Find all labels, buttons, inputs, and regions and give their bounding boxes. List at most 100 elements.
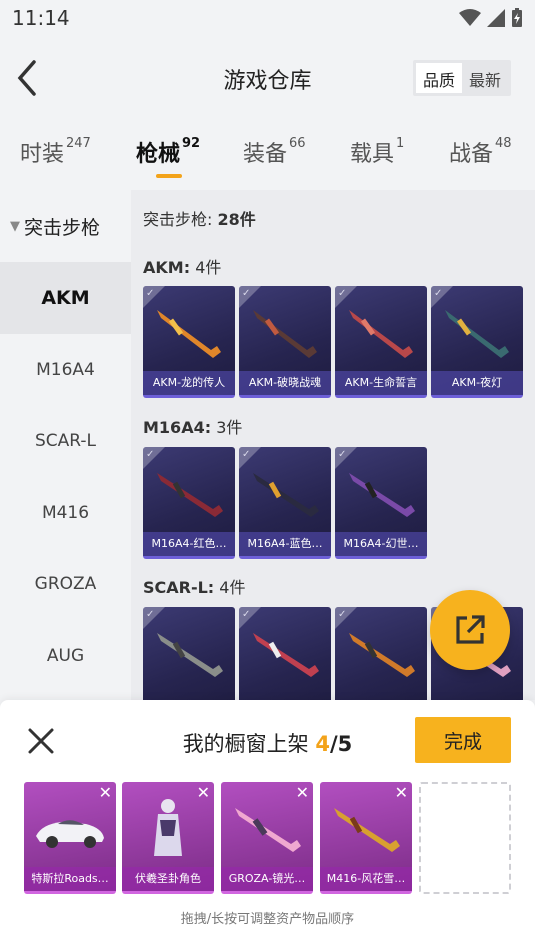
showcase-sheet: 我的橱窗上架 4/5 完成 ✕ 特斯拉Roads… ✕ 伏羲圣卦角色 ✕ GROZA-… [0, 700, 535, 951]
section-count: 3件 [216, 418, 243, 437]
slot-label: 伏羲圣卦角色 [122, 867, 214, 891]
sidebar-category-label: 突击步枪 [24, 216, 101, 239]
check-icon: ✓ [242, 609, 251, 620]
check-icon: ✓ [338, 288, 347, 299]
tab-label: 战备 [449, 142, 494, 167]
summary-count: 28件 [217, 210, 256, 229]
rifle-icon [235, 808, 301, 852]
sheet-hint: 拖拽/长按可调整资产物品顺序 [180, 912, 355, 927]
section-name: M16A4: [143, 418, 212, 437]
sheet-total-count: 5 [337, 732, 353, 756]
item-card[interactable]: ✓ M16A4-蓝色… [239, 447, 331, 559]
rifle-icon [253, 310, 317, 358]
item-card[interactable]: ✓ AKM-生命誓言 [335, 286, 427, 398]
item-card[interactable]: ✓ M16A4-幻世… [335, 447, 427, 559]
item-label: AKM-生命誓言 [335, 371, 427, 395]
rifle-icon [349, 310, 413, 358]
item-card[interactable]: ✓ AKM-夜灯 [431, 286, 523, 398]
sort-quality-button[interactable]: 品质 [415, 63, 462, 93]
tab-count: 48 [495, 135, 512, 151]
chevron-down-icon: ▼ [10, 218, 20, 234]
rifle-icon [253, 473, 319, 517]
section-title-scar-l: SCAR-L: 4件 [143, 574, 245, 598]
share-external-icon [456, 615, 485, 644]
tab-count: 1 [396, 135, 405, 151]
sidebar-item-aug[interactable]: AUG [0, 620, 131, 692]
check-icon: ✓ [242, 288, 251, 299]
slot-label: GROZA-镜光… [221, 867, 313, 891]
tab-fashion[interactable]: 时装 247 [20, 136, 91, 168]
tab-count: 66 [289, 135, 306, 151]
done-button[interactable]: 完成 [415, 717, 511, 763]
item-label: M16A4-蓝色… [239, 532, 331, 556]
sheet-title-text: 我的橱窗上架 [182, 732, 309, 756]
sort-newest-button[interactable]: 最新 [462, 63, 508, 93]
item-card[interactable]: ✓ AKM-龙的传人 [143, 286, 235, 398]
sidebar-item-m416[interactable]: M416 [0, 477, 131, 549]
item-card[interactable]: ✓ [143, 607, 235, 700]
rifle-icon [349, 633, 415, 677]
tab-equipment[interactable]: 装备 66 [243, 136, 306, 168]
tab-count: 247 [66, 135, 91, 151]
section-name: AKM: [143, 258, 191, 277]
status-icons [459, 8, 523, 28]
wifi-icon [459, 9, 481, 26]
tab-label: 装备 [243, 142, 288, 167]
sidebar-item-akm[interactable]: AKM [0, 262, 131, 334]
item-label: M16A4-红色… [143, 532, 235, 556]
item-label: AKM-龙的传人 [143, 371, 235, 395]
signal-icon [487, 9, 505, 27]
sidebar-item-groza[interactable]: GROZA [0, 548, 131, 620]
item-card[interactable]: ✓ AKM-破晓战魂 [239, 286, 331, 398]
rifle-icon [253, 633, 319, 677]
status-time: 11:14 [12, 6, 70, 30]
showcase-slot[interactable]: ✕ 伏羲圣卦角色 [122, 782, 214, 894]
character-icon [154, 799, 182, 856]
share-fab-button[interactable] [430, 590, 510, 670]
showcase-slot[interactable]: ✕ M416-风花雪… [320, 782, 412, 894]
showcase-slot[interactable]: ✕ GROZA-镜光… [221, 782, 313, 894]
section-title-akm: AKM: 4件 [143, 254, 221, 278]
rifle-icon [157, 310, 221, 358]
sort-toggle: 品质 最新 [412, 60, 511, 96]
rifle-icon [349, 473, 415, 517]
check-icon: ✓ [146, 449, 155, 460]
tab-label: 时装 [20, 142, 65, 167]
item-card[interactable]: ✓ [335, 607, 427, 700]
tab-guns[interactable]: 枪械 92 [136, 136, 200, 168]
sidebar: ▼ 突击步枪 AKM M16A4 SCAR-L M416 GROZA AUG [0, 190, 131, 700]
section-name: SCAR-L: [143, 578, 215, 597]
sidebar-item-m16a4[interactable]: M16A4 [0, 334, 131, 406]
tab-label: 载具 [350, 142, 395, 167]
section-title-m16a4: M16A4: 3件 [143, 414, 242, 438]
tab-vehicles[interactable]: 载具 1 [350, 136, 404, 168]
check-icon: ✓ [434, 288, 443, 299]
active-tab-indicator [156, 174, 182, 178]
rifle-icon [334, 808, 400, 852]
check-icon: ✓ [338, 449, 347, 460]
slot-label: 特斯拉Roads… [24, 867, 116, 891]
summary-label: 突击步枪: [143, 210, 213, 229]
sidebar-category-header[interactable]: ▼ 突击步枪 [0, 190, 131, 262]
car-icon [36, 820, 104, 848]
empty-showcase-slot[interactable] [419, 782, 511, 894]
category-tabs: 时装 247 枪械 92 装备 66 载具 1 战备 48 [0, 120, 535, 190]
tab-count: 92 [182, 135, 201, 151]
showcase-slot[interactable]: ✕ 特斯拉Roads… [24, 782, 116, 894]
sheet-separator: / [330, 732, 338, 756]
item-card[interactable]: ✓ [239, 607, 331, 700]
item-card[interactable]: ✓ M16A4-红色… [143, 447, 235, 559]
rifle-icon [157, 633, 223, 677]
check-icon: ✓ [146, 609, 155, 620]
check-icon: ✓ [338, 609, 347, 620]
check-icon: ✓ [146, 288, 155, 299]
tab-supplies[interactable]: 战备 48 [449, 136, 512, 168]
item-label: M16A4-幻世… [335, 532, 427, 556]
sidebar-item-scar-l[interactable]: SCAR-L [0, 405, 131, 477]
item-label: AKM-破晓战魂 [239, 371, 331, 395]
sheet-current-count: 4 [315, 732, 330, 756]
rifle-icon [157, 473, 223, 517]
check-icon: ✓ [242, 449, 251, 460]
summary-title: 突击步枪: 28件 [143, 206, 256, 230]
rifle-icon [445, 310, 509, 358]
